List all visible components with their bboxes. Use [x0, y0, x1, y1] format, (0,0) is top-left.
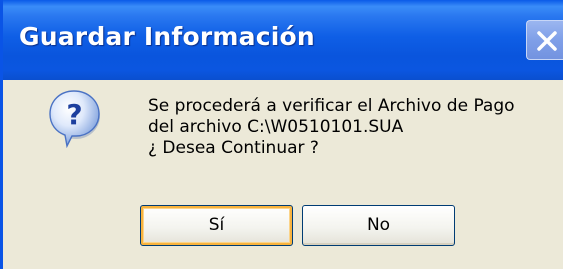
message-line-1: Se procederá a verificar el Archivo de P…: [148, 96, 515, 116]
no-button[interactable]: No: [302, 205, 455, 246]
close-button[interactable]: [526, 20, 563, 60]
title-bar[interactable]: Guardar Información: [3, 0, 563, 80]
dialog-body: ? Se procederá a verificar el Archivo de…: [3, 80, 563, 269]
yes-button[interactable]: Sí: [140, 205, 293, 246]
close-icon: [537, 31, 557, 51]
message-text: Se procederá a verificar el Archivo de P…: [148, 96, 515, 159]
yes-button-label: Sí: [208, 215, 225, 235]
svg-text:?: ?: [66, 98, 82, 131]
message-line-2: del archivo C:\W0510101.SUA: [148, 117, 404, 137]
dialog-window: Guardar Información ? Se procederá a ver…: [0, 0, 563, 269]
question-icon: ?: [49, 90, 100, 148]
no-button-label: No: [366, 215, 391, 235]
message-line-3: ¿ Desea Continuar ?: [148, 138, 319, 158]
dialog-title: Guardar Información: [19, 22, 315, 51]
